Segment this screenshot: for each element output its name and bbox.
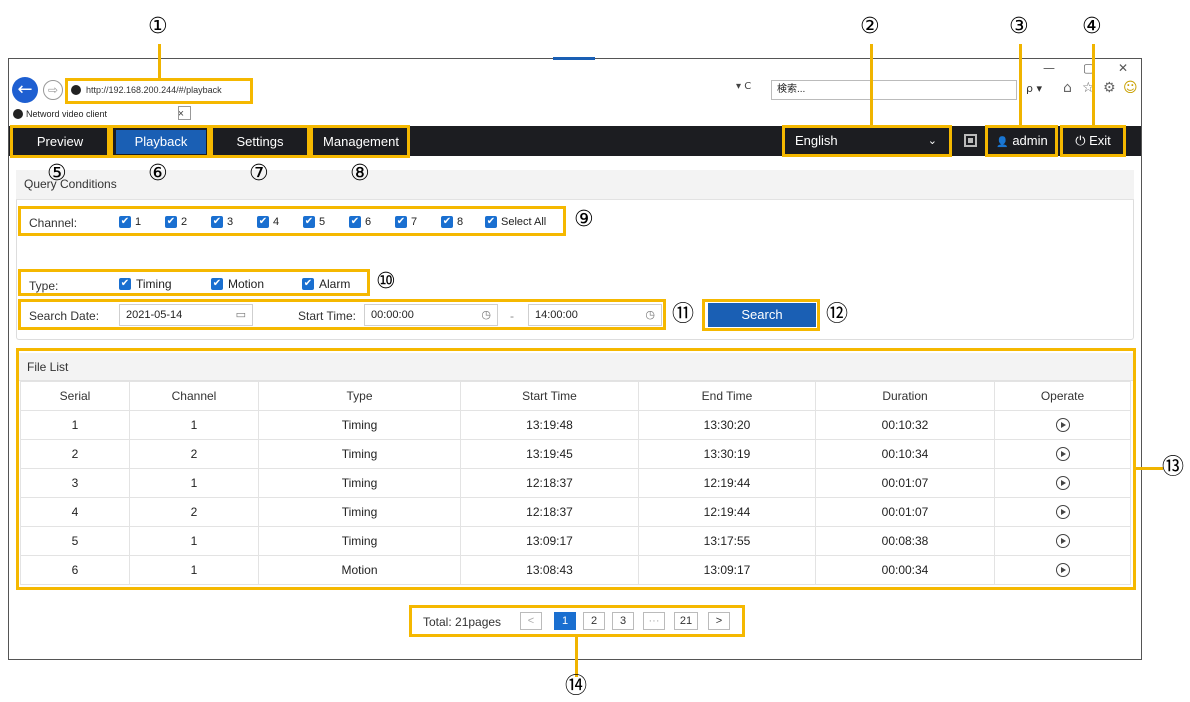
callout-2: ② [860, 14, 880, 39]
highlight-user [985, 125, 1058, 157]
callout-4: ④ [1082, 14, 1102, 39]
new-tab-button[interactable] [178, 106, 191, 120]
close-icon[interactable]: ✕ [1118, 61, 1128, 75]
query-panel-title: Query Conditions [24, 177, 117, 191]
callout-14: ⑭ [565, 674, 588, 699]
highlight-pager [409, 605, 745, 637]
callout-3: ③ [1009, 14, 1029, 39]
browser-tab[interactable]: Netword video client × [10, 106, 186, 122]
tab-favicon-icon [13, 109, 23, 119]
back-arrow-icon[interactable]: ← [12, 77, 38, 103]
forward-arrow-icon[interactable]: ⇨ [43, 80, 63, 100]
highlight-time [18, 299, 666, 330]
qr-code-icon[interactable] [964, 134, 977, 147]
callout-7: ⑦ [249, 161, 269, 186]
window-accent [553, 57, 595, 60]
highlight-preview [10, 125, 110, 158]
leader-1 [158, 44, 161, 78]
highlight-channels [18, 206, 566, 236]
callout-10: ⑩ [376, 269, 396, 294]
leader-2 [870, 44, 873, 125]
callout-8: ⑧ [350, 161, 370, 186]
callout-12: ⑫ [826, 302, 849, 327]
highlight-language [782, 125, 952, 157]
highlight-playback [110, 125, 210, 158]
gear-icon[interactable]: ⚙ [1103, 80, 1116, 96]
leader-14 [575, 637, 578, 677]
query-panel-header [16, 170, 1134, 200]
callout-6: ⑥ [148, 161, 168, 186]
callout-1: ① [148, 14, 168, 39]
browser-search-icon[interactable]: ρ ▾ [1026, 82, 1042, 95]
tab-title: Netword video client [26, 109, 108, 119]
highlight-file-list [16, 348, 1136, 590]
refresh-icon[interactable]: ▾ C [736, 81, 751, 92]
highlight-management [310, 125, 410, 158]
highlight-types [18, 269, 370, 296]
callout-11: ⑪ [672, 302, 695, 327]
home-icon[interactable]: ⌂ [1063, 80, 1072, 96]
annotated-screenshot: — ▢ ✕ ← ⇨ http://192.168.200.244/#/playb… [0, 0, 1190, 702]
leader-4 [1092, 44, 1095, 125]
browser-search-input[interactable]: 検索... [771, 80, 1017, 100]
highlight-settings [210, 125, 310, 158]
callout-13: ⑬ [1162, 455, 1185, 480]
highlight-exit [1060, 125, 1126, 157]
smiley-icon[interactable]: ☺ [1123, 80, 1138, 96]
callout-5: ⑤ [47, 161, 67, 186]
minimize-icon[interactable]: — [1043, 61, 1055, 75]
highlight-address [65, 78, 253, 104]
highlight-search [702, 299, 820, 331]
leader-3 [1019, 44, 1022, 125]
leader-13 [1136, 467, 1163, 470]
callout-9: ⑨ [574, 207, 594, 232]
